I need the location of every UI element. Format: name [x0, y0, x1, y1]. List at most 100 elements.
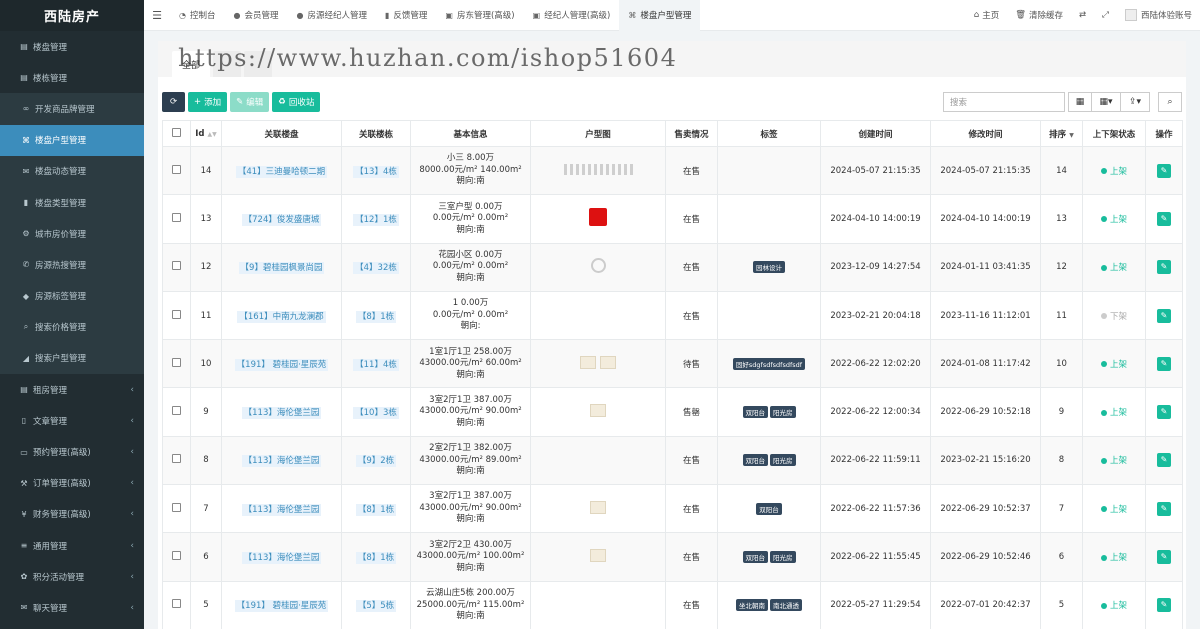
loudong-link[interactable]: 【13】4栋 — [353, 165, 399, 178]
table-row[interactable]: 10 【191】 碧桂园·星辰苑 【11】4栋 1室1厅1卫 258.00万 43000… — [162, 339, 1183, 389]
table-row[interactable]: 9 【113】海伦堡兰园 【10】3栋 3室2厅1卫 387.00万 43000.00元… — [162, 387, 1183, 437]
loupan-link[interactable]: 【724】俊发盛唐城 — [241, 213, 322, 226]
row-status[interactable]: 上架 — [1082, 387, 1146, 437]
home-link[interactable]: ⌂ 主页 — [966, 9, 1007, 21]
edit-row-button[interactable]: ✎ — [1157, 453, 1171, 468]
tab-0[interactable]: ◔ 控制台 — [170, 0, 225, 31]
sidebar-item[interactable]: ▤ 楼盘管理 — [0, 31, 144, 62]
sidebar-item[interactable]: ≡ 通用管理 ‹ — [0, 530, 144, 561]
columns-dropdown[interactable]: ▦▾ — [1091, 92, 1121, 112]
language-button[interactable]: ⇄ — [1071, 10, 1094, 20]
refresh-button[interactable]: ⟳ — [162, 92, 185, 112]
header-id[interactable]: Id ▲▼ — [190, 120, 222, 147]
loupan-link[interactable]: 【9】碧桂园枫景尚园 — [238, 262, 325, 275]
table-row[interactable]: 7 【113】海伦堡兰园 【8】1栋 3室2厅1卫 387.00万 43000.00元/… — [162, 484, 1183, 534]
export-dropdown[interactable]: ⇪▾ — [1120, 92, 1150, 112]
row-status[interactable]: 上架 — [1082, 242, 1146, 292]
row-checkbox[interactable] — [162, 242, 191, 292]
row-checkbox[interactable] — [162, 580, 191, 629]
search-toggle-button[interactable]: ⌕ — [1158, 92, 1182, 112]
edit-button[interactable]: ✎ 编辑 — [230, 92, 270, 112]
sidebar-item[interactable]: ∞ 开发商品牌管理 — [0, 93, 144, 125]
table-row[interactable]: 11 【161】中南九龙澜郡 【8】1栋 1 0.00万 0.00元/m² 0.00m²… — [162, 290, 1183, 341]
edit-row-button[interactable]: ✎ — [1157, 501, 1171, 516]
floorplan-thumbnail[interactable] — [590, 258, 606, 274]
sidebar-item[interactable]: ⌕ 搜索价格管理 — [0, 311, 144, 343]
sidebar-item[interactable]: ◆ 房源标签管理 — [0, 280, 144, 312]
floorplan-thumbnail[interactable] — [590, 404, 606, 418]
sidebar-item[interactable]: ◢ 搜索户型管理 — [0, 342, 144, 375]
loupan-link[interactable]: 【191】 碧桂园·星辰苑 — [234, 600, 329, 613]
edit-row-button[interactable]: ✎ — [1157, 550, 1171, 565]
row-status[interactable]: 下架 — [1082, 290, 1146, 341]
row-checkbox[interactable] — [162, 387, 191, 437]
row-status[interactable]: 上架 — [1082, 532, 1146, 582]
loupan-link[interactable]: 【113】海伦堡兰园 — [241, 455, 322, 468]
sidebar-toggle-icon[interactable]: ☰ — [144, 9, 170, 22]
table-row[interactable]: 14 【41】三迪曼哈顿二期 【13】4栋 小三 8.00万 8000.00元/m² 1… — [162, 145, 1183, 196]
row-checkbox[interactable] — [162, 484, 191, 534]
loupan-link[interactable]: 【113】海伦堡兰园 — [241, 552, 322, 565]
sidebar-item[interactable]: ⚒ 订单管理(高级) ‹ — [0, 468, 144, 499]
floorplan-thumbnail[interactable] — [590, 549, 606, 563]
brand-logo[interactable]: 西陆房产 — [0, 0, 144, 31]
fullscreen-button[interactable]: ⤢ — [1094, 10, 1117, 20]
edit-row-button[interactable]: ✎ — [1157, 356, 1171, 371]
sidebar-item[interactable]: ✉ 楼盘动态管理 — [0, 155, 144, 187]
sidebar-item[interactable]: ⚙ 城市房价管理 — [0, 218, 144, 250]
floorplan-thumbnail[interactable] — [600, 355, 616, 369]
loudong-link[interactable]: 【9】2栋 — [355, 455, 397, 468]
user-menu[interactable]: 西陆体验账号 — [1117, 9, 1200, 21]
edit-row-button[interactable]: ✎ — [1157, 598, 1171, 613]
header-weigh[interactable]: 排序 ▼ — [1040, 120, 1083, 147]
edit-row-button[interactable]: ✎ — [1157, 163, 1171, 178]
sidebar-item[interactable]: ▮ 楼盘类型管理 — [0, 186, 144, 219]
row-checkbox[interactable] — [162, 145, 191, 196]
loupan-link[interactable]: 【161】中南九龙澜郡 — [237, 310, 326, 323]
table-row[interactable]: 8 【113】海伦堡兰园 【9】2栋 2室2厅1卫 382.00万 43000.00元/… — [162, 435, 1183, 486]
edit-row-button[interactable]: ✎ — [1157, 211, 1171, 226]
loudong-link[interactable]: 【10】3栋 — [353, 407, 399, 420]
row-checkbox[interactable] — [162, 339, 191, 389]
loupan-link[interactable]: 【41】三迪曼哈顿二期 — [235, 165, 328, 178]
tab-2[interactable]: ● 房源经纪人管理 — [288, 0, 377, 31]
row-checkbox[interactable] — [162, 435, 191, 486]
row-status[interactable]: 上架 — [1082, 484, 1146, 534]
recycle-bin-button[interactable]: ♻ 回收站 — [272, 92, 321, 112]
edit-row-button[interactable]: ✎ — [1157, 405, 1171, 420]
tab-3[interactable]: ▮ 反馈管理 — [376, 0, 436, 31]
tab-6[interactable]: ⌘ 楼盘户型管理 — [619, 0, 701, 31]
tab-all[interactable]: 全部 — [172, 51, 211, 77]
floorplan-thumbnail[interactable] — [589, 208, 607, 227]
sidebar-item[interactable]: ▤ 租房管理 ‹ — [0, 374, 144, 405]
sidebar-item[interactable]: ✿ 积分活动管理 ‹ — [0, 561, 144, 592]
loudong-link[interactable]: 【8】1栋 — [355, 503, 397, 516]
tab-1[interactable]: ● 会员管理 — [225, 0, 288, 31]
add-button[interactable]: + 添加 — [188, 92, 228, 112]
row-status[interactable]: 上架 — [1082, 580, 1146, 629]
table-row[interactable]: 13 【724】俊发盛唐城 【12】1栋 三室户型 0.00万 0.00元/m² 0.0… — [162, 194, 1183, 244]
row-status[interactable]: 上架 — [1082, 435, 1146, 486]
sidebar-item[interactable]: ▯ 文章管理 ‹ — [0, 405, 144, 436]
floorplan-thumbnail[interactable] — [590, 500, 606, 514]
select-all-checkbox[interactable] — [162, 120, 191, 147]
toggle-view-button[interactable]: ▦ — [1068, 92, 1092, 112]
floorplan-thumbnail[interactable] — [580, 355, 596, 369]
row-status[interactable]: 上架 — [1082, 194, 1146, 244]
loupan-link[interactable]: 【191】 碧桂园·星辰苑 — [234, 358, 329, 371]
tab-second[interactable] — [213, 51, 242, 77]
tab-third[interactable] — [244, 51, 273, 77]
tab-4[interactable]: ▣ 房东管理(高级) — [436, 0, 523, 31]
table-row[interactable]: 5 【191】 碧桂园·星辰苑 【5】5栋 云湖山庄5栋 200.00万 25000.0… — [162, 580, 1183, 629]
sidebar-item[interactable]: ▤ 楼栋管理 — [0, 62, 144, 93]
loudong-link[interactable]: 【11】4栋 — [353, 358, 399, 371]
row-checkbox[interactable] — [162, 532, 191, 582]
edit-row-button[interactable]: ✎ — [1157, 308, 1171, 323]
sidebar-item[interactable]: ✆ 房源热搜管理 — [0, 249, 144, 281]
table-row[interactable]: 6 【113】海伦堡兰园 【8】1栋 3室2厅2卫 430.00万 43000.00元/… — [162, 532, 1183, 582]
sidebar-item[interactable]: ⌘ 楼盘户型管理 — [0, 124, 144, 156]
edit-row-button[interactable]: ✎ — [1157, 260, 1171, 275]
loudong-link[interactable]: 【4】32栋 — [353, 262, 399, 275]
floorplan-thumbnails[interactable] — [563, 163, 633, 175]
loudong-link[interactable]: 【12】1栋 — [353, 213, 399, 226]
